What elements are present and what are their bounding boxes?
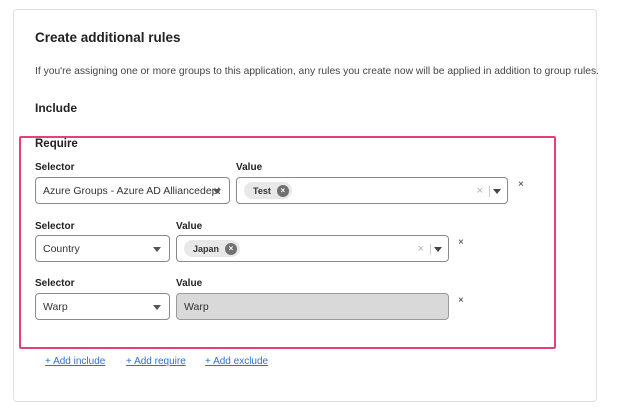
- selector-value: Warp: [43, 300, 68, 313]
- value-label: Value: [236, 162, 263, 173]
- value-chip-label: Japan: [193, 243, 220, 254]
- chevron-down-icon: [153, 304, 161, 310]
- value-multiselect[interactable]: Test × ×: [236, 177, 508, 204]
- separator: [430, 244, 431, 255]
- remove-chip-icon[interactable]: ×: [225, 242, 238, 255]
- add-include-link[interactable]: + Add include: [45, 356, 105, 367]
- selector-dropdown[interactable]: Warp: [35, 293, 170, 320]
- selector-dropdown[interactable]: Country: [35, 235, 170, 262]
- require-heading: Require: [35, 138, 78, 150]
- selector-dropdown[interactable]: Azure Groups - Azure AD Alliancedept: [35, 177, 230, 204]
- remove-row-button[interactable]: ×: [518, 180, 524, 190]
- clear-icon[interactable]: ×: [418, 243, 424, 255]
- add-require-link[interactable]: + Add require: [126, 356, 186, 367]
- chevron-down-icon: [153, 246, 161, 252]
- value-chip-label: Test: [253, 185, 271, 196]
- value-label: Value: [176, 278, 203, 289]
- selector-label: Selector: [35, 221, 75, 232]
- value-chip: Japan ×: [184, 240, 241, 257]
- add-exclude-link[interactable]: + Add exclude: [205, 356, 268, 367]
- chevron-down-icon[interactable]: [434, 246, 442, 252]
- value-text: Warp: [184, 300, 209, 313]
- clear-icon[interactable]: ×: [477, 185, 483, 197]
- value-chip: Test ×: [244, 182, 292, 199]
- remove-row-button[interactable]: ×: [458, 296, 464, 306]
- value-field-disabled: Warp: [176, 293, 449, 320]
- value-multiselect[interactable]: Japan × ×: [176, 235, 449, 262]
- selector-label: Selector: [35, 162, 75, 173]
- remove-row-button[interactable]: ×: [458, 238, 464, 248]
- selector-value: Country: [43, 242, 80, 255]
- separator: [489, 186, 490, 197]
- chevron-down-icon: [213, 188, 221, 194]
- section-title: Create additional rules: [35, 30, 181, 45]
- chevron-down-icon[interactable]: [493, 188, 501, 194]
- remove-chip-icon[interactable]: ×: [276, 184, 289, 197]
- selector-value: Azure Groups - Azure AD Alliancedept: [43, 184, 221, 197]
- value-label: Value: [176, 221, 203, 232]
- selector-label: Selector: [35, 278, 75, 289]
- include-heading: Include: [35, 101, 78, 115]
- section-description: If you're assigning one or more groups t…: [35, 66, 600, 77]
